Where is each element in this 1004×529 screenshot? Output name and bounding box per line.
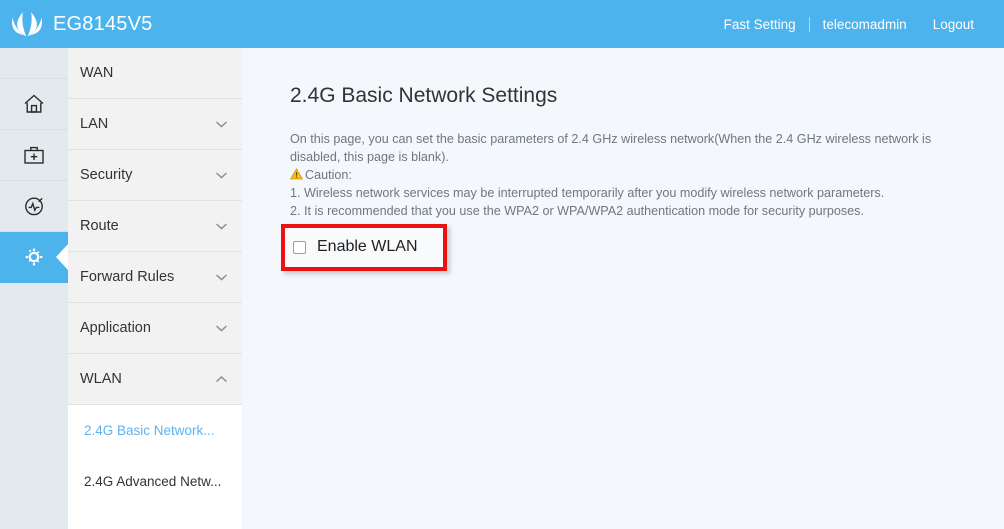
chevron-down-icon bbox=[215, 172, 228, 179]
home-icon bbox=[24, 94, 44, 113]
page-title: 2.4G Basic Network Settings bbox=[290, 84, 558, 107]
router-admin-page: EG8145V5 Fast Setting telecomadmin Logou… bbox=[0, 0, 1004, 529]
enable-wlan-checkbox[interactable] bbox=[293, 240, 306, 254]
sidebar-item-label: Route bbox=[80, 218, 119, 234]
sidebar-subitem-24g-advanced-network[interactable]: 2.4G Advanced Netw... bbox=[68, 456, 242, 507]
sidebar-item-wan[interactable]: WAN bbox=[68, 48, 242, 99]
rail-item-diagnostics[interactable] bbox=[0, 181, 68, 232]
logout-link[interactable]: Logout bbox=[920, 17, 987, 32]
current-user-link[interactable]: telecomadmin bbox=[810, 17, 920, 32]
toolkit-icon bbox=[24, 146, 44, 164]
sidebar-item-wlan[interactable]: WLAN bbox=[68, 354, 242, 405]
chevron-down-icon bbox=[215, 274, 228, 281]
brand: EG8145V5 bbox=[0, 10, 152, 38]
enable-wlan-row[interactable]: Enable WLAN bbox=[293, 238, 418, 256]
rail-item-home[interactable] bbox=[0, 79, 68, 130]
sidebar-item-security[interactable]: Security bbox=[68, 150, 242, 201]
brand-name: EG8145V5 bbox=[53, 12, 153, 35]
rail-item-settings[interactable] bbox=[0, 232, 68, 283]
sidebar-item-label: Security bbox=[80, 167, 133, 183]
chevron-up-icon bbox=[215, 375, 228, 383]
caution-item-1: 1. Wireless network services may be inte… bbox=[290, 186, 885, 200]
page-description-block: On this page, you can set the basic para… bbox=[290, 130, 950, 220]
chevron-down-icon bbox=[215, 223, 228, 230]
caution-item-2: 2. It is recommended that you use the WP… bbox=[290, 204, 864, 218]
diagnostics-gauge-icon bbox=[25, 197, 43, 216]
caution-label: Caution: bbox=[305, 168, 352, 182]
sidebar-item-label: WLAN bbox=[80, 371, 122, 387]
icon-rail bbox=[0, 48, 68, 529]
sidebar-item-route[interactable]: Route bbox=[68, 201, 242, 252]
header-actions: Fast Setting telecomadmin Logout bbox=[711, 16, 1004, 32]
huawei-flower-logo bbox=[11, 12, 43, 37]
enable-wlan-label[interactable]: Enable WLAN bbox=[317, 238, 418, 256]
sidebar-subitem-24g-basic-network[interactable]: 2.4G Basic Network... bbox=[68, 405, 242, 456]
fast-setting-link[interactable]: Fast Setting bbox=[711, 17, 809, 32]
top-header: EG8145V5 Fast Setting telecomadmin Logou… bbox=[0, 0, 1004, 48]
sidebar-menu: WAN LAN Security Route Forward Rules App… bbox=[68, 48, 242, 529]
sidebar-item-label: Forward Rules bbox=[80, 269, 175, 285]
warning-triangle-icon bbox=[290, 168, 303, 180]
sidebar-item-label: Application bbox=[80, 320, 151, 336]
sidebar-item-label: LAN bbox=[80, 116, 109, 132]
chevron-down-icon bbox=[215, 121, 228, 128]
main-content: 2.4G Basic Network Settings On this page… bbox=[242, 48, 1004, 529]
page-description: On this page, you can set the basic para… bbox=[290, 132, 932, 164]
rail-spacer bbox=[0, 48, 68, 79]
sidebar-item-lan[interactable]: LAN bbox=[68, 99, 242, 150]
gear-icon bbox=[25, 248, 43, 266]
sidebar-item-forward-rules[interactable]: Forward Rules bbox=[68, 252, 242, 303]
active-rail-pointer bbox=[56, 244, 68, 270]
sidebar-item-application[interactable]: Application bbox=[68, 303, 242, 354]
caution-heading: Caution: bbox=[290, 166, 950, 184]
chevron-down-icon bbox=[215, 325, 228, 332]
header-divider bbox=[808, 16, 810, 32]
sidebar-item-label: WAN bbox=[80, 65, 114, 81]
rail-item-maintenance[interactable] bbox=[0, 130, 68, 181]
